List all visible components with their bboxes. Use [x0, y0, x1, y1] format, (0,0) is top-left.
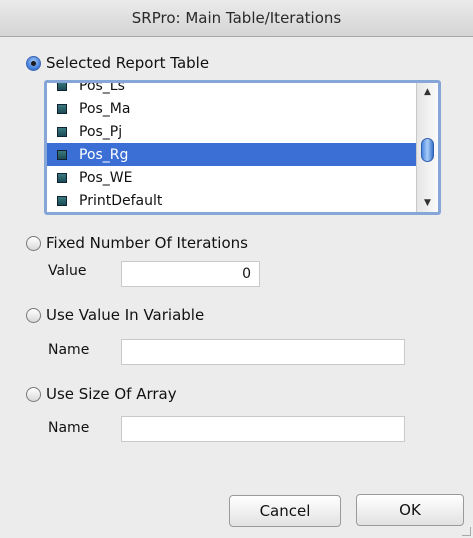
radio-selected-report-table[interactable]: Selected Report Table	[26, 54, 209, 72]
table-icon	[57, 126, 67, 137]
radio-label-selected-report-table: Selected Report Table	[46, 54, 210, 72]
radio-use-size-of-array[interactable]: Use Size Of Array	[26, 385, 177, 403]
list-item-label: Pos_Pj	[79, 123, 123, 140]
radio-button[interactable]	[26, 235, 41, 251]
title-bar: SRPro: Main Table/Iterations	[0, 0, 473, 37]
radio-use-value-in-variable[interactable]: Use Value In Variable	[26, 306, 204, 324]
table-icon	[57, 149, 67, 160]
list-item[interactable]: Pos_Ls	[47, 80, 419, 97]
radio-label-use-size-of-array: Use Size Of Array	[46, 385, 177, 403]
array-name-field[interactable]	[121, 416, 405, 442]
radio-label-use-value-in-variable: Use Value In Variable	[46, 306, 205, 324]
list-item[interactable]: PrintDefault	[47, 189, 419, 212]
list-item-label: Pos_Ls	[79, 80, 125, 94]
cancel-button[interactable]: Cancel	[229, 495, 341, 527]
array-name-label: Name	[48, 420, 90, 436]
table-icon	[57, 83, 67, 91]
window-title: SRPro: Main Table/Iterations	[131, 9, 342, 27]
variable-name-field[interactable]	[121, 339, 405, 365]
report-table-list-items: Pos_Ls Pos_Ma Pos_Pj Pos_Rg Pos_WE PrintDefau…	[47, 80, 419, 212]
list-item-label: PrintDefault	[79, 192, 163, 209]
list-item-label: Pos_Rg	[79, 146, 129, 163]
list-item[interactable]: Pos_Ma	[47, 97, 419, 120]
radio-button-checked[interactable]	[26, 55, 41, 71]
value-label: Value	[48, 263, 87, 279]
list-item[interactable]: Pos_WE	[47, 166, 419, 189]
list-item-label: Pos_Ma	[79, 100, 131, 117]
resize-grip-icon[interactable]	[462, 527, 471, 536]
scroll-thumb[interactable]	[421, 138, 434, 162]
list-item-label: Pos_WE	[79, 169, 133, 186]
variable-name-label: Name	[48, 342, 90, 358]
radio-button[interactable]	[26, 307, 41, 323]
scroll-up-arrow-icon[interactable]: ▲	[417, 85, 438, 99]
list-item[interactable]: Pos_Rg	[47, 143, 419, 166]
radio-fixed-number-of-iterations[interactable]: Fixed Number Of Iterations	[26, 234, 248, 252]
list-scrollbar[interactable]: ▲ ▼	[416, 83, 438, 212]
scroll-down-arrow-icon[interactable]: ▼	[417, 196, 438, 210]
radio-label-fixed-number: Fixed Number Of Iterations	[46, 234, 248, 252]
iterations-value-field[interactable]	[121, 261, 260, 287]
table-icon	[57, 103, 67, 114]
table-icon	[57, 195, 67, 206]
ok-button[interactable]: OK	[356, 494, 464, 526]
report-table-list[interactable]: Pos_Ls Pos_Ma Pos_Pj Pos_Rg Pos_WE PrintDefau…	[44, 80, 441, 215]
radio-button[interactable]	[26, 386, 41, 402]
table-icon	[57, 172, 67, 183]
list-item[interactable]: Pos_Pj	[47, 120, 419, 143]
